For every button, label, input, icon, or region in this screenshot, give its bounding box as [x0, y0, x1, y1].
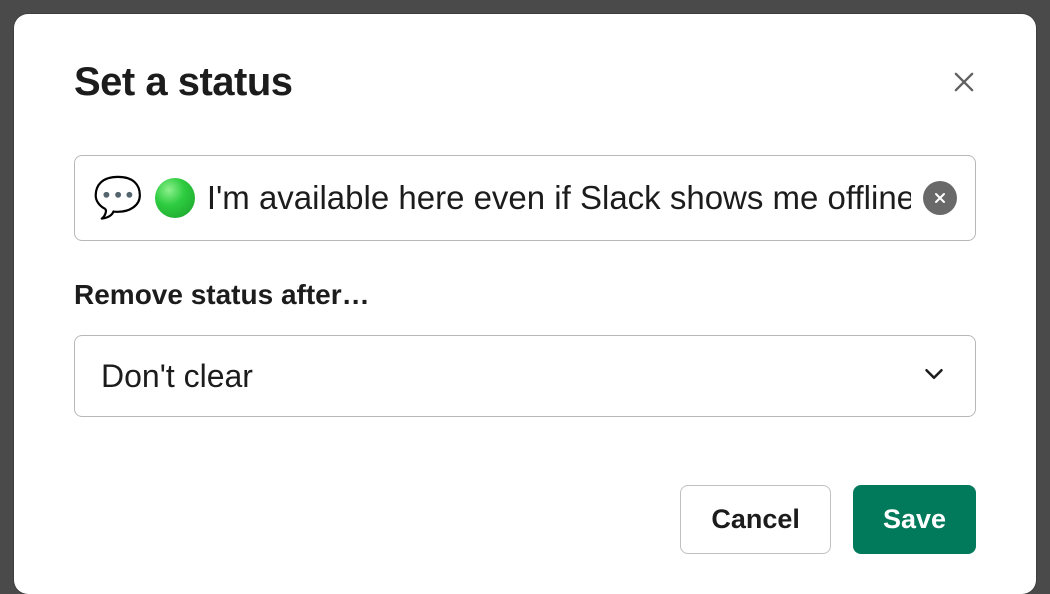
chevron-down-icon [919, 359, 949, 394]
remove-after-value: Don't clear [101, 358, 253, 395]
close-button[interactable] [944, 62, 984, 102]
button-row: Cancel Save [74, 445, 976, 554]
modal-title: Set a status [74, 60, 293, 105]
speech-bubble-icon[interactable]: 💬 [93, 178, 143, 218]
set-status-modal: Set a status 💬 Remove status after… Don'… [14, 14, 1036, 594]
save-button[interactable]: Save [853, 485, 976, 554]
close-icon [950, 68, 978, 96]
modal-header: Set a status [74, 60, 976, 105]
remove-after-label: Remove status after… [74, 279, 976, 311]
status-input-container[interactable]: 💬 [74, 155, 976, 241]
status-text-input[interactable] [207, 179, 911, 217]
clear-icon [932, 190, 948, 206]
green-circle-emoji [155, 178, 195, 218]
cancel-button[interactable]: Cancel [680, 485, 831, 554]
remove-after-select[interactable]: Don't clear [74, 335, 976, 417]
clear-status-button[interactable] [923, 181, 957, 215]
